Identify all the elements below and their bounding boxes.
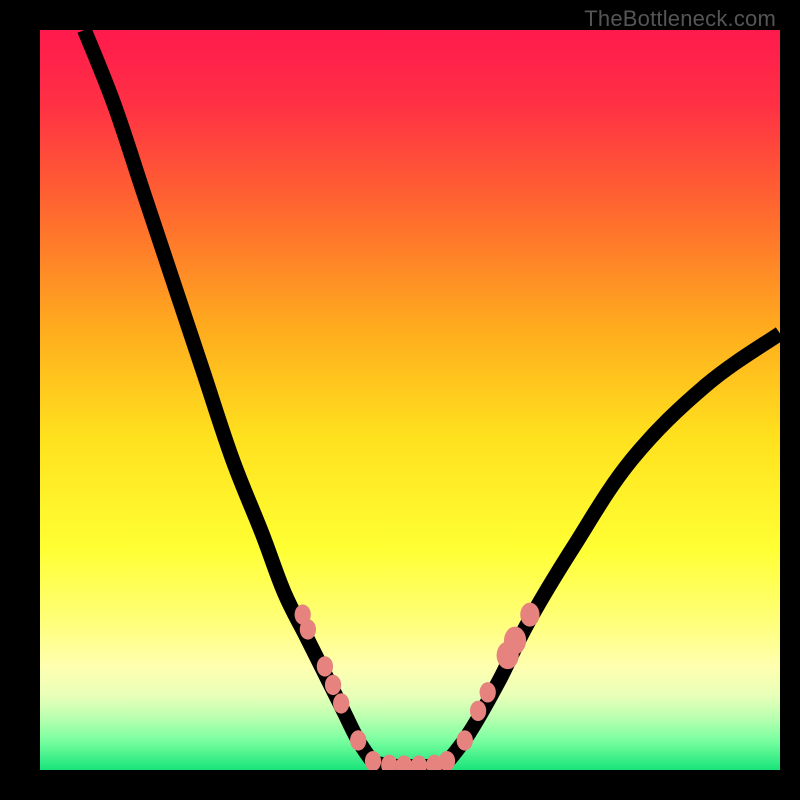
curve-layer: [40, 30, 780, 770]
right-curve: [447, 333, 780, 762]
data-marker: [520, 603, 539, 627]
data-marker: [480, 682, 496, 702]
chart-container: TheBottleneck.com: [0, 0, 800, 800]
data-marker: [381, 755, 397, 770]
data-marker: [504, 627, 526, 655]
data-marker: [470, 701, 486, 721]
data-marker: [411, 755, 427, 770]
watermark-text: TheBottleneck.com: [584, 6, 776, 32]
data-marker: [396, 755, 412, 770]
data-marker: [325, 675, 341, 695]
data-marker: [333, 693, 349, 713]
data-marker: [317, 656, 333, 676]
left-curve: [84, 30, 373, 763]
plot-area: [40, 30, 780, 770]
data-marker: [300, 619, 316, 639]
data-marker: [457, 730, 473, 750]
data-marker: [350, 730, 366, 750]
